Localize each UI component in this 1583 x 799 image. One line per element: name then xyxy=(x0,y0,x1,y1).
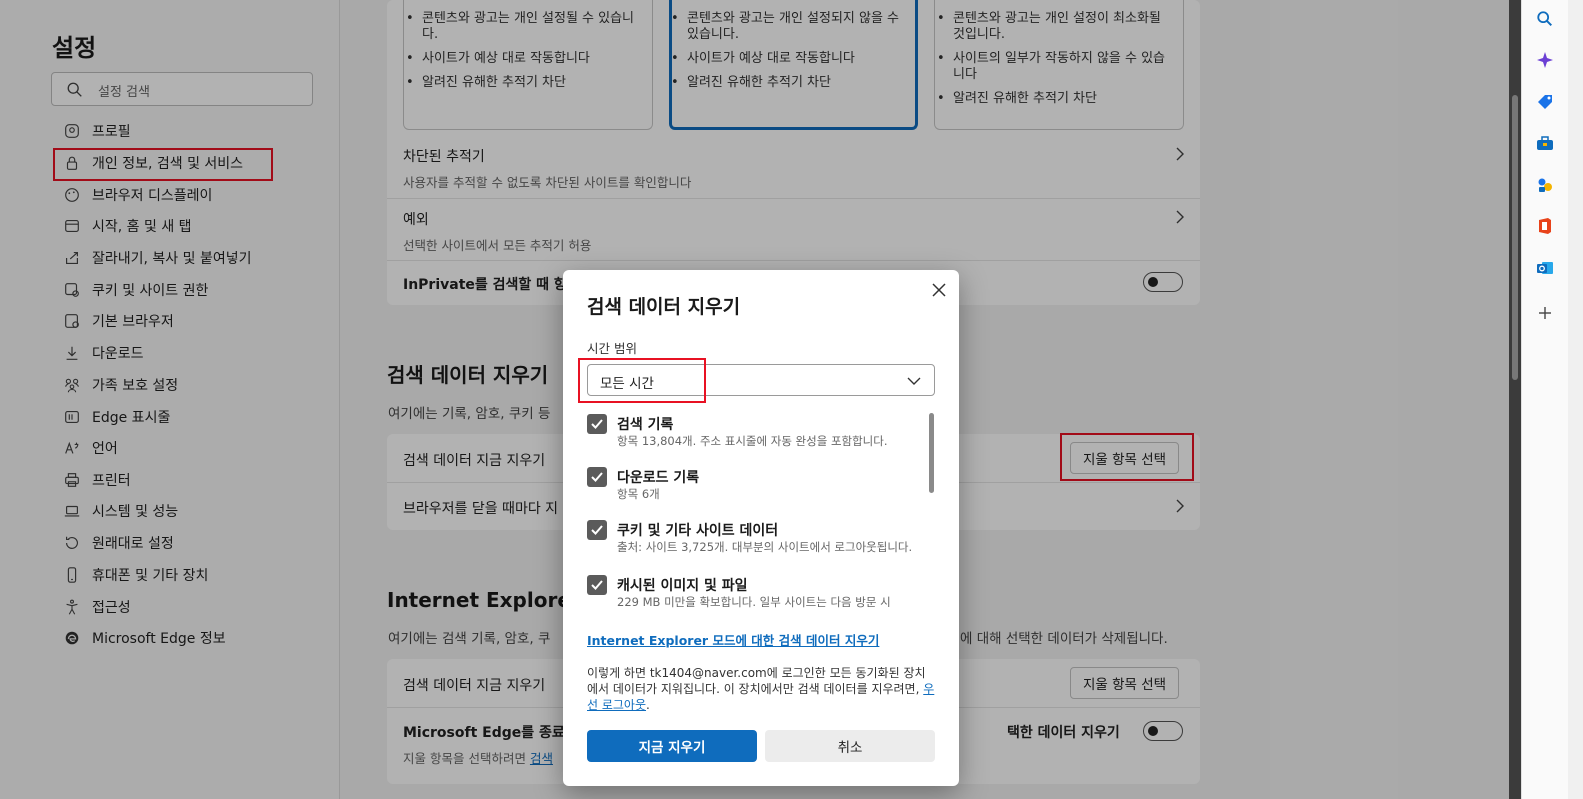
checkbox-desc: 항목 13,804개. 주소 표시줄에 자동 완성을 포함합니다. xyxy=(617,434,888,448)
shopping-tag-icon[interactable] xyxy=(1534,91,1556,113)
copilot-sparkle-icon[interactable] xyxy=(1534,49,1556,71)
checkbox-checked[interactable] xyxy=(587,467,607,487)
sync-notice-text: 이렇게 하면 tk1404@naver.com에 로그인한 모든 동기화된 장치… xyxy=(587,666,926,696)
edge-sidebar-toolbar xyxy=(1521,0,1568,799)
sync-notice: 이렇게 하면 tk1404@naver.com에 로그인한 모든 동기화된 장치… xyxy=(587,665,935,713)
search-icon[interactable] xyxy=(1534,8,1556,30)
tools-icon[interactable] xyxy=(1534,132,1556,154)
dialog-title: 검색 데이터 지우기 xyxy=(587,296,741,318)
checkbox-checked[interactable] xyxy=(587,520,607,540)
cancel-button[interactable]: 취소 xyxy=(765,730,935,762)
page-scrollbar[interactable] xyxy=(1509,0,1521,799)
checkbox-checked[interactable] xyxy=(587,575,607,595)
window-scrollbar[interactable] xyxy=(1568,0,1583,799)
checkmark-icon xyxy=(591,419,603,429)
highlight-box-time-range xyxy=(578,358,706,403)
data-type-list: 검색 기록 항목 13,804개. 주소 표시줄에 자동 완성을 포함합니다. … xyxy=(587,412,927,610)
checkbox-desc: 항목 6개 xyxy=(617,487,660,501)
chevron-down-icon xyxy=(907,377,921,385)
sync-notice-end: . xyxy=(646,698,650,712)
checkbox-label: 검색 기록 xyxy=(617,417,674,433)
checkmark-icon xyxy=(591,525,603,535)
games-icon[interactable] xyxy=(1534,174,1556,196)
scrollbar-thumb[interactable] xyxy=(1512,95,1518,380)
dialog-list-scrollbar[interactable] xyxy=(929,413,934,493)
clear-now-button[interactable]: 지금 지우기 xyxy=(587,730,757,762)
checkbox-label: 다운로드 기록 xyxy=(617,470,700,486)
time-range-label: 시간 범위 xyxy=(587,341,637,356)
checkbox-label: 쿠키 및 기타 사이트 데이터 xyxy=(617,523,779,539)
checkbox-label: 캐시된 이미지 및 파일 xyxy=(617,578,748,594)
outlook-icon[interactable] xyxy=(1534,257,1556,279)
checkmark-icon xyxy=(591,472,603,482)
clear-browsing-data-dialog: 검색 데이터 지우기 시간 범위 모든 시간 검색 기록 항목 13,804개.… xyxy=(563,270,959,786)
close-icon[interactable] xyxy=(929,280,949,300)
checkbox-desc: 출처: 사이트 3,725개. 대부분의 사이트에서 로그아웃됩니다. xyxy=(617,540,913,554)
checkbox-desc: 229 MB 미만을 확보합니다. 일부 사이트는 다음 방문 시 xyxy=(617,595,891,609)
add-icon[interactable] xyxy=(1534,302,1556,324)
checkmark-icon xyxy=(591,580,603,590)
office-icon[interactable] xyxy=(1534,215,1556,237)
ie-mode-clear-link[interactable]: Internet Explorer 모드에 대한 검색 데이터 지우기 xyxy=(587,630,879,649)
checkbox-checked[interactable] xyxy=(587,414,607,434)
